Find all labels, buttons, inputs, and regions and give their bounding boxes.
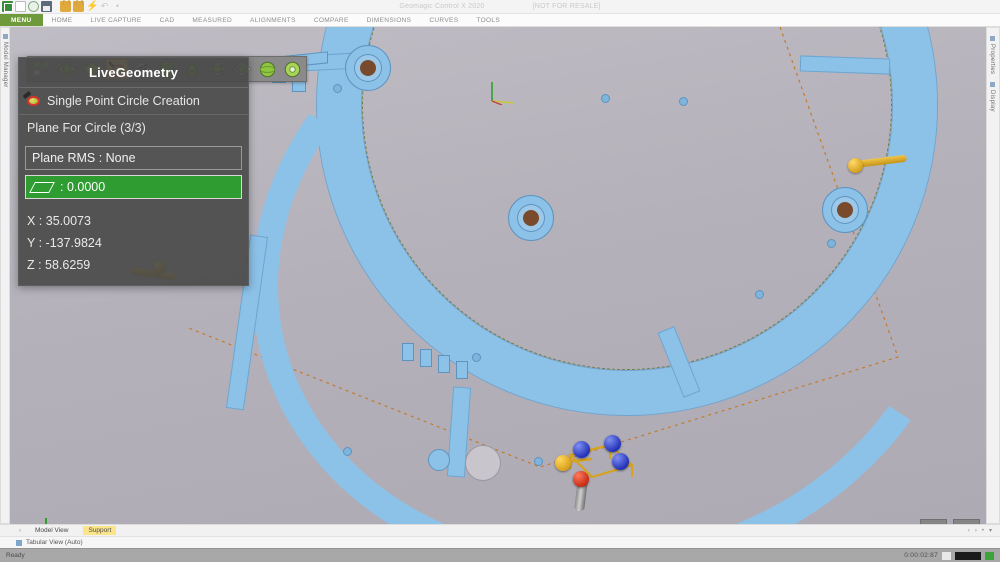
tab-tools[interactable]: TOOLS (467, 14, 509, 26)
coordinate-z: Z : 58.6259 (27, 258, 91, 272)
probe-origin-marker (555, 455, 571, 471)
app-title-text: Geomagic Control X 2020 (399, 3, 485, 10)
coordinate-x: X : 35.0073 (27, 214, 91, 228)
probe-tip-marker (573, 471, 589, 487)
model-tooth-1 (402, 343, 414, 361)
status-chip-dark (955, 551, 981, 560)
properties-icon (989, 36, 995, 41)
probe-marker-1 (573, 441, 590, 458)
tab-menu-icon[interactable]: • (982, 528, 984, 534)
model-tooth-3 (438, 355, 450, 373)
model-tooth-4 (456, 361, 468, 379)
tabular-view-bar[interactable]: Tabular View (Auto) (0, 536, 1000, 548)
session-timer: 0:00:02:87 (904, 552, 938, 559)
deviation-field[interactable]: : 0.0000 (25, 175, 242, 199)
model-manager-icon (2, 34, 8, 39)
sidebar-item-properties[interactable]: Properties (989, 36, 995, 74)
model-tooth-2 (420, 349, 432, 367)
tab-close-icon[interactable]: ▾ (989, 527, 992, 534)
sidebar-item-model-manager[interactable]: Model Manager (2, 34, 8, 88)
title-bar: ⚡ ↶ • Geomagic Control X 2020 [NOT FOR R… (0, 0, 1000, 14)
status-bar: Ready 0:00:02:87 (0, 548, 1000, 562)
tab-nav-prev-icon[interactable]: ‹ (968, 528, 970, 534)
tab-bar-controls: ‹ › • ▾ (968, 527, 992, 535)
model-hole-center (523, 210, 539, 226)
tab-alignments[interactable]: ALIGNMENTS (241, 14, 305, 26)
deviation-value: : 0.0000 (60, 180, 106, 194)
model-pin-hole-5 (827, 239, 836, 248)
plane-rms-field[interactable]: Plane RMS : None (25, 146, 242, 170)
sphere-icon[interactable] (256, 59, 278, 79)
status-message: Ready (6, 552, 25, 559)
model-manager-label: Model Manager (2, 42, 8, 88)
panel-title: LiveGeometry (19, 58, 248, 88)
model-pin-hole-8 (534, 457, 543, 466)
panel-step-label: Plane For Circle (3/3) (27, 121, 146, 135)
status-chip-green (985, 551, 994, 560)
model-boss-small (428, 449, 450, 471)
tab-compare[interactable]: COMPARE (305, 14, 358, 26)
model-pin-hole-3 (679, 97, 688, 106)
model-pin-hole-4 (755, 290, 764, 299)
selected-point-pin[interactable] (848, 158, 863, 173)
table-icon (16, 539, 22, 546)
coordinate-readout: X : 35.0073 Y : -137.9824 Z : 58.6259 (19, 204, 248, 285)
tab-cad[interactable]: CAD (151, 14, 184, 26)
application-window: ⚡ ↶ • Geomagic Control X 2020 [NOT FOR R… (0, 0, 1000, 562)
tab-measured[interactable]: MEASURED (183, 14, 241, 26)
model-through-hole (465, 445, 501, 481)
tab-dimensions[interactable]: DIMENSIONS (358, 14, 421, 26)
model-pin-hole-1 (333, 84, 342, 93)
model-pin-hole-6 (343, 447, 352, 456)
model-pin-hole-2 (601, 94, 610, 103)
viewport-axis-triad (45, 518, 47, 524)
tab-menu[interactable]: MENU (0, 14, 43, 26)
status-chip-light (942, 551, 951, 560)
live-geometry-panel: LiveGeometry Single Point Circle Creatio… (18, 57, 249, 286)
tab-home[interactable]: HOME (43, 14, 82, 26)
panel-mode-row: Single Point Circle Creation (19, 88, 248, 115)
left-dock: Model Manager (0, 27, 10, 524)
sidebar-item-display[interactable]: Display (989, 82, 995, 112)
tabular-view-label: Tabular View (Auto) (26, 539, 83, 546)
status-right-group: 0:00:02:87 (904, 551, 994, 560)
probe-marker-3 (612, 453, 629, 470)
coordinate-y: Y : -137.9824 (27, 236, 102, 250)
plane-icon (29, 181, 55, 193)
license-note-text: [NOT FOR RESALE] (532, 3, 601, 10)
display-icon (989, 82, 995, 88)
tab-scroll-left-icon[interactable]: ‹ (19, 528, 21, 534)
panel-step-row: Plane For Circle (3/3) (19, 115, 248, 141)
viewport-3d[interactable]: 10 mm ✕ (10, 27, 986, 524)
model-hole-right (837, 202, 853, 218)
tab-support[interactable]: Support (83, 526, 117, 535)
right-dock: Properties Display (986, 27, 1000, 524)
probe-marker-2 (604, 435, 621, 452)
properties-label: Properties (989, 44, 995, 75)
circle-probe-icon (27, 96, 40, 106)
tab-curves[interactable]: CURVES (420, 14, 467, 26)
model-pin-hole-7 (472, 353, 481, 362)
window-title: Geomagic Control X 2020 [NOT FOR RESALE] (0, 3, 1000, 10)
view-tab-bar: ‹ Model View Support ‹ › • ▾ (0, 524, 1000, 536)
tab-live-capture[interactable]: LIVE CAPTURE (81, 14, 150, 26)
display-label: Display (989, 90, 995, 113)
tab-nav-next-icon[interactable]: › (975, 528, 977, 534)
model-arm-right (799, 55, 891, 75)
tab-model-view[interactable]: Model View (30, 526, 73, 535)
model-hole-top-left (360, 60, 376, 76)
torus-icon[interactable] (281, 59, 303, 79)
model-origin-triad (491, 82, 515, 105)
ribbon-tab-bar: MENU HOME LIVE CAPTURE CAD MEASURED ALIG… (0, 14, 1000, 27)
panel-mode-label: Single Point Circle Creation (47, 94, 200, 108)
